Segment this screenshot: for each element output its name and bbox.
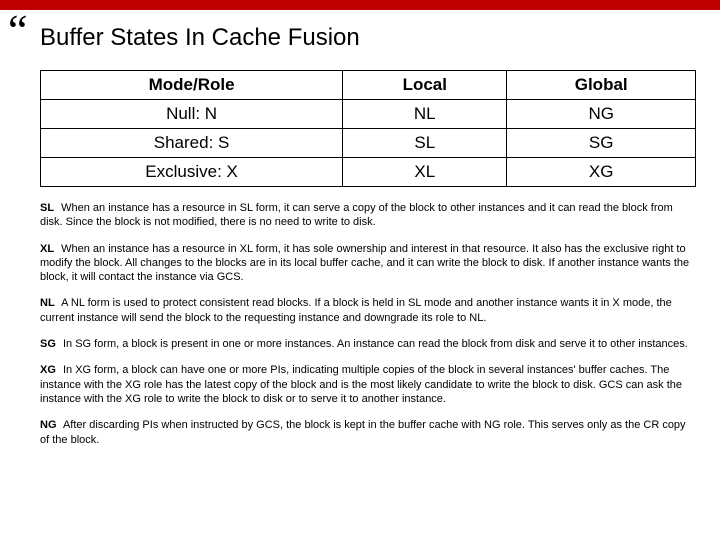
table-row: Null: N NL NG [41,100,696,129]
definition-item: NL A NL form is used to protect consiste… [40,296,696,325]
definition-text: A NL form is used to protect consistent … [40,297,672,323]
slide-content: Mode/Role Local Global Null: N NL NG Sha… [40,70,696,459]
cell-mode: Null: N [41,100,343,129]
col-mode-role: Mode/Role [41,71,343,100]
cell-global: XG [507,158,696,187]
definition-text: When an instance has a resource in SL fo… [40,202,673,228]
cell-global: NG [507,100,696,129]
definition-term: NG [40,419,57,431]
col-global: Global [507,71,696,100]
table-row: Shared: S SL SG [41,129,696,158]
definition-text: When an instance has a resource in XL fo… [40,243,689,284]
cell-local: XL [343,158,507,187]
definition-text: In XG form, a block can have one or more… [40,364,682,405]
definition-item: SL When an instance has a resource in SL… [40,201,696,230]
definition-item: SG In SG form, a block is present in one… [40,337,696,351]
definition-term: XG [40,364,56,376]
table-row: Exclusive: X XL XG [41,158,696,187]
cell-mode: Shared: S [41,129,343,158]
definition-term: NL [40,297,55,309]
definition-term: XL [40,243,54,255]
definition-text: After discarding PIs when instructed by … [40,419,686,445]
cell-mode: Exclusive: X [41,158,343,187]
cell-global: SG [507,129,696,158]
cell-local: NL [343,100,507,129]
accent-bar [0,0,720,10]
definition-text: In SG form, a block is present in one or… [63,338,688,350]
col-local: Local [343,71,507,100]
definition-term: SL [40,202,54,214]
definitions-list: SL When an instance has a resource in SL… [40,201,696,447]
definition-item: XG In XG form, a block can have one or m… [40,363,696,406]
definition-item: XL When an instance has a resource in XL… [40,242,696,285]
cell-local: SL [343,129,507,158]
table-header-row: Mode/Role Local Global [41,71,696,100]
page-title: Buffer States In Cache Fusion [40,24,360,52]
definition-term: SG [40,338,56,350]
quote-mark-icon: “ [8,18,28,44]
definition-item: NG After discarding PIs when instructed … [40,418,696,447]
buffer-states-table: Mode/Role Local Global Null: N NL NG Sha… [40,70,696,187]
